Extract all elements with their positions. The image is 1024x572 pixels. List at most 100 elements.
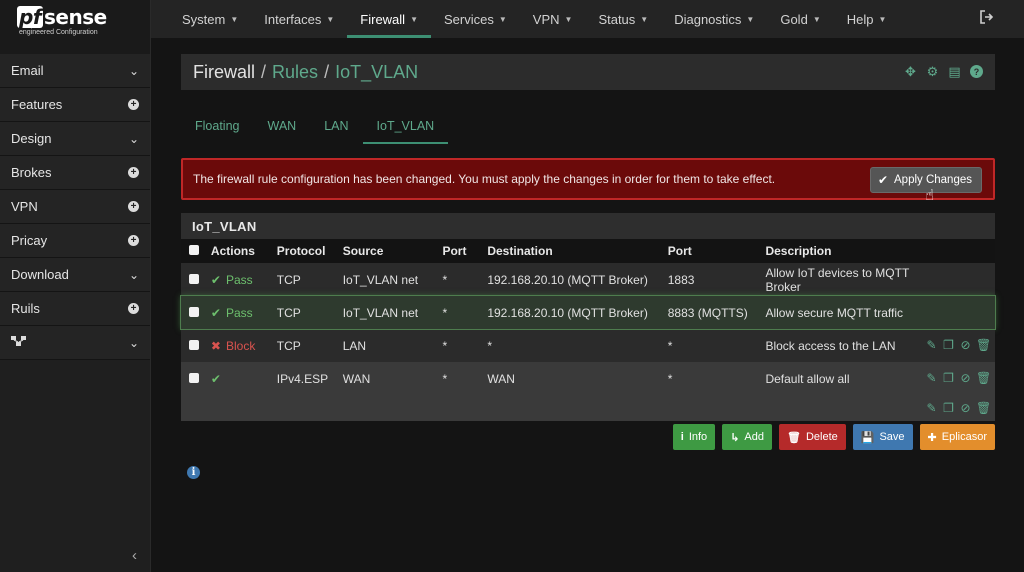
plus-circle-icon: + (128, 303, 139, 314)
add-rule-icon: ↳ (730, 431, 740, 444)
tab-wan[interactable]: WAN (253, 108, 310, 144)
nav-diagnostics[interactable]: Diagnostics ▼ (661, 0, 767, 38)
panel-title: IoT_VLAN (181, 213, 995, 239)
row-checkbox[interactable] (189, 273, 199, 284)
table-row[interactable]: ✔ Pass TCP IoT_VLAN net * 192.168.20.10 (… (180, 295, 996, 330)
check-icon: ✔ (210, 272, 221, 287)
eplicasor-button[interactable]: ✚ Eplicasor (919, 424, 995, 450)
trash-icon[interactable]: 🗑 (976, 339, 991, 352)
nav-help[interactable]: Help ▼ (834, 0, 900, 38)
save-button[interactable]: 💾 Save (852, 424, 913, 450)
nav-gold[interactable]: Gold ▼ (767, 0, 833, 38)
row-checkbox[interactable] (189, 306, 199, 317)
select-all-checkbox[interactable] (189, 245, 199, 255)
plus-circle-icon: + (128, 235, 139, 246)
move-icon[interactable]: ✥ (904, 65, 917, 78)
nav-system[interactable]: System ▼ (169, 0, 251, 38)
table-row[interactable]: ✔ Pass TCP IoT_VLAN net * 192.168.20.10 (… (181, 263, 995, 296)
rules-table: Actions Protocol Source Port Destination… (180, 239, 996, 421)
tab-floating[interactable]: Floating (181, 108, 253, 144)
info-button[interactable]: i Info (672, 424, 716, 450)
sidebar-item-email[interactable]: Email ⌄ (0, 54, 150, 88)
table-row: ✎ ❐ ⊘ 🗑 (181, 395, 995, 421)
network-icon (11, 335, 27, 350)
help-icon[interactable]: ? (970, 65, 983, 78)
disable-icon[interactable]: ⊘ (959, 401, 972, 415)
plus-circle-icon: + (128, 99, 139, 110)
edit-pencil-icon[interactable]: ✎ (925, 339, 938, 352)
add-button[interactable]: ↳ Add (722, 424, 772, 450)
nav-firewall[interactable]: Firewall ▼ (347, 0, 431, 38)
sidebar: pf sense engineered Configuration Email ⌄… (0, 0, 151, 572)
sidebar-item-network[interactable]: ⌄ (0, 326, 150, 360)
caret-down-icon: ▼ (812, 14, 821, 24)
breadcrumb-icons: ✥ ⚙ ▤ ? (904, 65, 983, 78)
action-buttons: i Info ↳ Add 🗑 Delete 💾 Save ✚ Eplicasor (672, 424, 995, 450)
caret-down-icon: ▼ (640, 14, 649, 24)
table-header-row: Actions Protocol Source Port Destination… (181, 239, 995, 263)
caret-down-icon: ▼ (326, 14, 335, 24)
trash-icon[interactable]: 🗑 (976, 372, 991, 385)
sidebar-item-ruils[interactable]: Ruils + (0, 292, 150, 326)
interface-tabs: Floating WAN LAN IoT_VLAN (181, 108, 448, 144)
breadcrumb-iot-vlan-link[interactable]: IoT_VLAN (335, 62, 418, 83)
tab-lan[interactable]: LAN (310, 108, 362, 144)
sidebar-item-design[interactable]: Design ⌄ (0, 122, 150, 156)
nav-status[interactable]: Status ▼ (585, 0, 661, 38)
table-row[interactable]: ✖ Block TCP LAN * * * Block access to the… (181, 329, 995, 362)
sidebar-item-features[interactable]: Features + (0, 88, 150, 122)
edit-pencil-icon[interactable]: ✎ (925, 372, 938, 385)
caret-down-icon: ▼ (878, 14, 887, 24)
logout-icon[interactable] (980, 10, 994, 27)
caret-down-icon: ▼ (746, 14, 755, 24)
chevron-down-icon: ⌄ (128, 131, 139, 146)
disable-icon[interactable]: ⊘ (959, 339, 972, 352)
collapse-sidebar-icon[interactable]: ‹ (132, 547, 137, 564)
row-checkbox[interactable] (189, 372, 199, 383)
row-checkbox[interactable] (189, 339, 199, 350)
caret-down-icon: ▼ (498, 14, 507, 24)
copy-icon[interactable]: ❐ (942, 401, 955, 415)
edit-pencil-icon[interactable]: ✎ (925, 401, 938, 415)
log-icon[interactable]: ▤ (948, 65, 961, 78)
disable-icon[interactable]: ⊘ (959, 372, 972, 385)
alert-message: The firewall rule configuration has been… (193, 172, 776, 186)
hand-cursor-icon: ☝ (925, 187, 935, 204)
nav-services[interactable]: Services ▼ (431, 0, 520, 38)
gear-icon[interactable]: ⚙ (926, 65, 939, 78)
chevron-down-icon: ⌄ (128, 63, 139, 78)
tab-iot-vlan[interactable]: IoT_VLAN (362, 108, 449, 144)
logo-subtitle: engineered Configuration (19, 29, 98, 36)
rules-panel: IoT_VLAN Actions Protocol Source Port De… (180, 213, 996, 421)
breadcrumb-root: Firewall (193, 61, 256, 82)
plus-icon: ✚ (927, 431, 937, 444)
caret-down-icon: ▼ (564, 14, 573, 24)
sidebar-item-download[interactable]: Download ⌄ (0, 258, 150, 292)
row-actions: ✎ ❐ ⊘ 🗑 (925, 372, 995, 385)
check-icon: ✔ (877, 173, 888, 187)
block-x-icon: ✖ (210, 338, 221, 353)
pfsense-logo[interactable]: pf sense engineered Configuration (0, 0, 150, 54)
nav-interfaces[interactable]: Interfaces ▼ (251, 0, 347, 38)
copy-icon[interactable]: ❐ (942, 339, 955, 352)
trash-icon: 🗑 (786, 431, 801, 444)
sidebar-item-vpn[interactable]: VPN + (0, 190, 150, 224)
delete-button[interactable]: 🗑 Delete (778, 424, 846, 450)
breadcrumb-rules-link[interactable]: Rules (272, 62, 318, 83)
table-row[interactable]: ✔ IPv4.ESP WAN * WAN * Default allow all… (181, 362, 995, 395)
caret-down-icon: ▼ (410, 14, 418, 24)
plus-circle-icon: + (128, 167, 139, 178)
save-icon: 💾 (860, 431, 875, 444)
top-navigation: System ▼ Interfaces ▼ Firewall ▼ Services ▼ … (151, 0, 1024, 38)
sidebar-item-pricay[interactable]: Pricay + (0, 224, 150, 258)
sidebar-item-brokes[interactable]: Brokes + (0, 156, 150, 190)
copy-icon[interactable]: ❐ (942, 372, 955, 385)
info-circle-icon[interactable]: i (187, 466, 200, 479)
trash-icon[interactable]: 🗑 (976, 401, 991, 415)
row-actions: ✎ ❐ ⊘ 🗑 (925, 401, 995, 415)
row-actions: ✎ ❐ ⊘ 🗑 (925, 339, 995, 352)
breadcrumb: Firewall / Rules / IoT_VLAN ✥ ⚙ ▤ ? (181, 54, 995, 90)
nav-vpn[interactable]: VPN ▼ (520, 0, 586, 38)
chevron-down-icon: ⌄ (128, 335, 139, 350)
info-i-icon: i (680, 431, 684, 443)
